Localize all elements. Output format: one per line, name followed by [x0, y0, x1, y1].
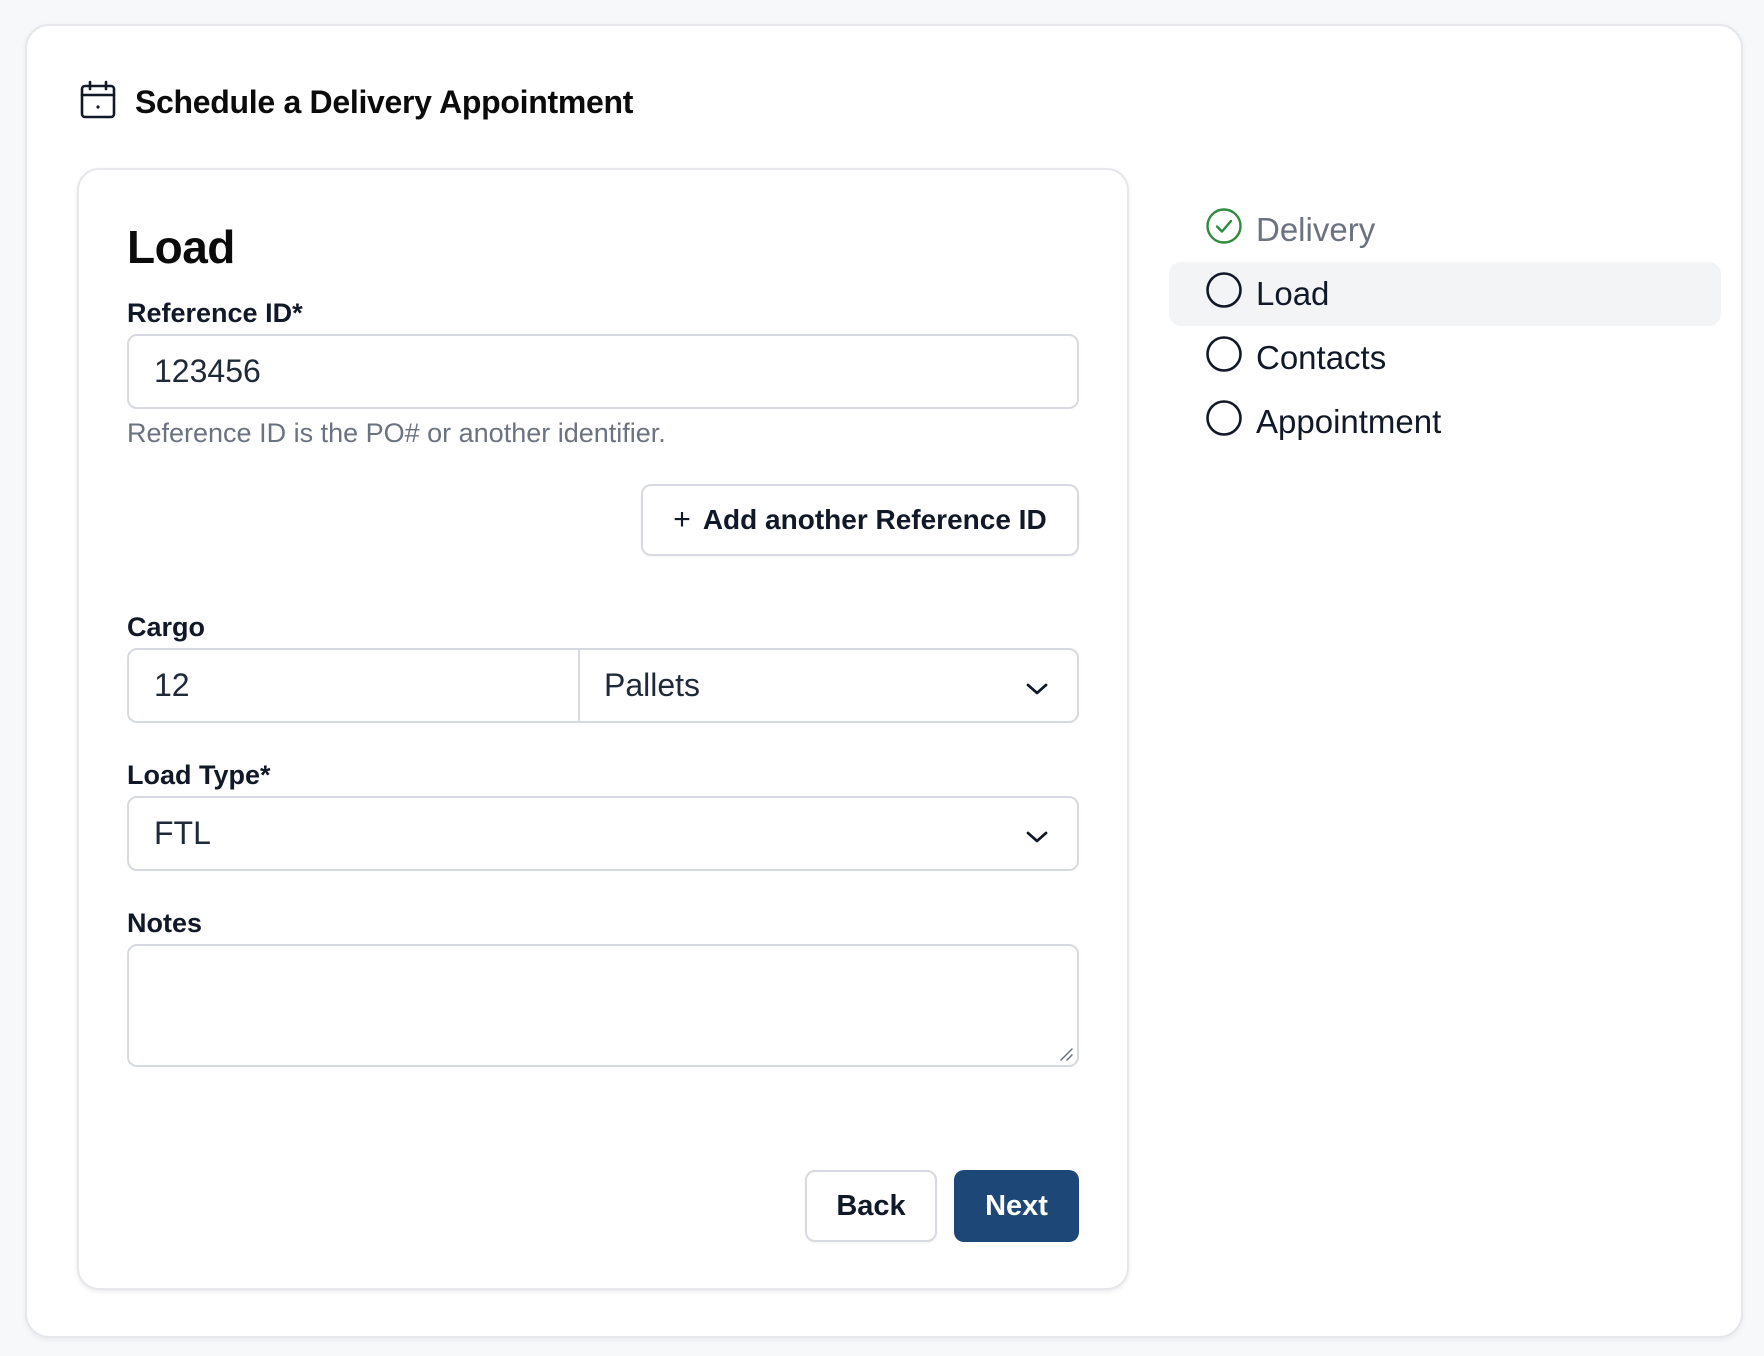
- reference-id-value: 123456: [154, 353, 261, 389]
- check-circle-icon: [1205, 207, 1256, 253]
- load-type-value: FTL: [154, 815, 211, 851]
- cargo-input-group: 12 Pallets: [127, 648, 1079, 723]
- circle-icon: [1205, 271, 1256, 317]
- reference-id-help: Reference ID is the PO# or another ident…: [127, 418, 666, 448]
- load-type-label: Load Type*: [127, 760, 271, 790]
- add-reference-id-button[interactable]: + Add another Reference ID: [641, 484, 1079, 556]
- step-label: Appointment: [1256, 403, 1442, 440]
- section-title: Load: [127, 221, 235, 273]
- plus-icon: +: [673, 503, 691, 536]
- notes-label: Notes: [127, 908, 203, 938]
- circle-icon: [1205, 335, 1256, 381]
- circle-icon: [1205, 399, 1256, 445]
- step-load[interactable]: Load: [1169, 262, 1721, 326]
- chevron-down-icon: [1025, 815, 1049, 852]
- wizard-steps: Delivery Load Contacts Appointment: [1169, 198, 1721, 454]
- page-title: Schedule a Delivery Appointment: [135, 83, 634, 120]
- cargo-quantity-value: 12: [154, 667, 190, 703]
- cargo-unit-select[interactable]: Pallets: [580, 650, 1077, 721]
- notes-textarea[interactable]: [127, 944, 1079, 1067]
- load-form-card: Load Reference ID* 123456 Reference ID i…: [77, 168, 1129, 1290]
- step-label: Load: [1256, 275, 1330, 312]
- cargo-unit-value: Pallets: [604, 667, 701, 703]
- step-contacts[interactable]: Contacts: [1169, 326, 1721, 390]
- cargo-label: Cargo: [127, 612, 206, 642]
- appointment-wizard-card: Schedule a Delivery Appointment Load Ref…: [25, 24, 1743, 1338]
- reference-id-label: Reference ID*: [127, 298, 303, 328]
- step-label: Contacts: [1256, 339, 1387, 376]
- calendar-icon: [79, 80, 135, 125]
- reference-id-input[interactable]: 123456: [127, 334, 1079, 409]
- back-button[interactable]: Back: [805, 1170, 937, 1242]
- add-reference-id-label: Add another Reference ID: [702, 504, 1047, 535]
- chevron-down-icon: [1025, 667, 1049, 704]
- next-button[interactable]: Next: [954, 1170, 1079, 1242]
- step-appointment[interactable]: Appointment: [1169, 390, 1721, 454]
- step-label: Delivery: [1256, 211, 1376, 248]
- load-type-select[interactable]: FTL: [127, 796, 1079, 871]
- cargo-quantity-input[interactable]: 12: [129, 650, 580, 721]
- step-delivery[interactable]: Delivery: [1169, 198, 1721, 262]
- page-header: Schedule a Delivery Appointment: [79, 74, 633, 130]
